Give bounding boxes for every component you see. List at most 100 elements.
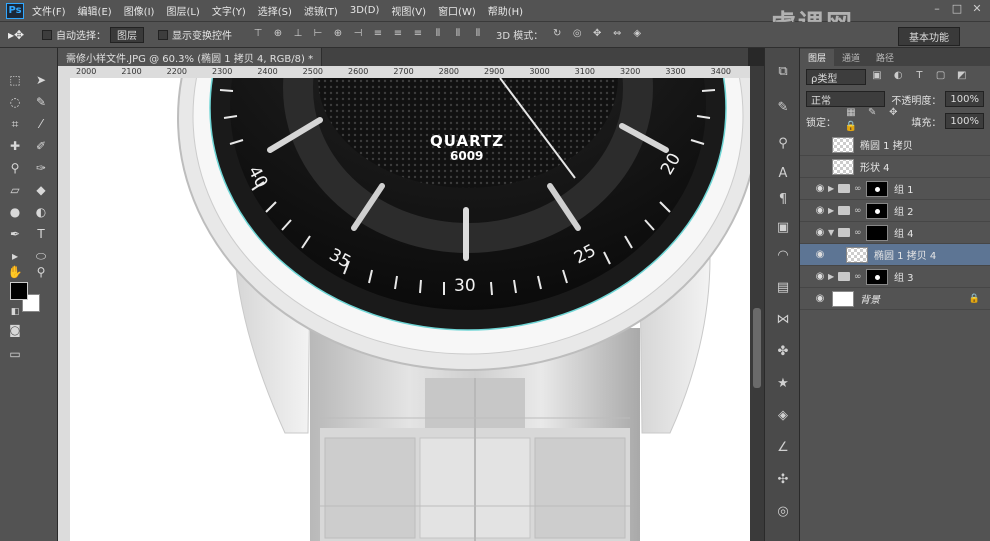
- layers-panel-icon[interactable]: ◈: [773, 406, 793, 426]
- tab-layers[interactable]: 图层: [800, 49, 835, 66]
- default-colors-icon[interactable]: ◧: [4, 302, 26, 322]
- screen-mode-icon[interactable]: ▭: [4, 344, 26, 364]
- auto-select-dropdown[interactable]: 图层: [110, 26, 144, 43]
- document-tab[interactable]: 需修小样文件.JPG @ 60.3% (椭圆 1 拷贝 4, RGB/8) *: [58, 48, 323, 66]
- properties-panel-icon[interactable]: ∠: [773, 438, 793, 458]
- auto-select-checkbox[interactable]: [42, 29, 52, 40]
- menu-edit[interactable]: 编辑(E): [78, 3, 112, 18]
- lasso-tool-icon[interactable]: ◌: [4, 92, 26, 112]
- character-panel-icon[interactable]: A: [773, 164, 793, 184]
- eye-icon[interactable]: ◉: [812, 205, 828, 216]
- menu-window[interactable]: 窗口(W): [438, 3, 476, 18]
- expand-arrow-icon[interactable]: ▶: [828, 272, 838, 281]
- canvas-vertical-scrollbar[interactable]: [750, 66, 764, 541]
- menu-3d[interactable]: 3D(D): [350, 5, 380, 16]
- expand-arrow-icon[interactable]: ▶: [828, 184, 838, 193]
- crop-tool-icon[interactable]: ⌗: [4, 114, 26, 134]
- eye-icon[interactable]: ◉: [812, 249, 828, 260]
- distribute-right-icon[interactable]: ⦀: [471, 28, 485, 42]
- blur-tool-icon[interactable]: ●: [4, 202, 26, 222]
- eye-icon[interactable]: ◉: [812, 183, 828, 194]
- hand-tool-icon[interactable]: ✋: [4, 262, 26, 282]
- history-brush-tool-icon[interactable]: ✑: [30, 158, 52, 178]
- close-button[interactable]: ✕: [968, 2, 986, 18]
- move-tool-preset-icon[interactable]: ▸✥: [8, 28, 34, 42]
- menu-help[interactable]: 帮助(H): [488, 3, 523, 18]
- quick-select-tool-icon[interactable]: ✎: [30, 92, 52, 112]
- layer-row[interactable]: ◉ ▼ ∞ 组 4: [800, 222, 990, 244]
- eye-icon[interactable]: ◉: [812, 271, 828, 282]
- paragraph-panel-icon[interactable]: ¶: [773, 190, 793, 210]
- blend-mode-dropdown[interactable]: 正常: [806, 91, 886, 107]
- lock-image-icon[interactable]: ✎: [865, 107, 879, 121]
- opacity-field[interactable]: 100%: [945, 91, 984, 107]
- collapse-arrow-icon[interactable]: ▼: [828, 228, 838, 237]
- menu-image[interactable]: 图像(I): [124, 3, 155, 18]
- tool-presets-panel-icon[interactable]: ▣: [773, 218, 793, 238]
- show-transform-checkbox[interactable]: [158, 29, 168, 40]
- healing-brush-tool-icon[interactable]: ✚: [4, 136, 26, 156]
- clone-source-panel-icon[interactable]: ⚲: [773, 134, 793, 154]
- styles-panel-icon[interactable]: ✤: [773, 342, 793, 362]
- menu-type[interactable]: 文字(Y): [212, 3, 246, 18]
- menu-layer[interactable]: 图层(L): [166, 3, 199, 18]
- distribute-top-icon[interactable]: ≡: [371, 28, 385, 42]
- eraser-tool-icon[interactable]: ▱: [4, 180, 26, 200]
- menu-view[interactable]: 视图(V): [391, 3, 426, 18]
- layer-row[interactable]: ◉ ▶ ∞ 组 1: [800, 178, 990, 200]
- eyedropper-tool-icon[interactable]: ⁄: [30, 114, 52, 134]
- zoom-tool-icon[interactable]: ⚲: [30, 262, 52, 282]
- paint-bucket-tool-icon[interactable]: ◆: [30, 180, 52, 200]
- visibility-toggle-icon[interactable]: ●: [812, 139, 828, 150]
- swatches-panel-icon[interactable]: ✣: [773, 470, 793, 490]
- lock-position-icon[interactable]: ✥: [886, 107, 900, 121]
- history-panel-icon[interactable]: ⧉: [773, 62, 793, 82]
- expand-arrow-icon[interactable]: ▶: [828, 206, 838, 215]
- align-bottom-icon[interactable]: ⊥: [291, 28, 305, 42]
- layer-row[interactable]: ● 形状 4: [800, 156, 990, 178]
- layer-row[interactable]: ◉ ▶ ∞ 组 3: [800, 266, 990, 288]
- quick-mask-icon[interactable]: ◙: [4, 320, 26, 340]
- filter-pixel-icon[interactable]: ▣: [870, 70, 884, 84]
- canvas[interactable]: 40 35 30 25 20 QUARTZ 6009: [70, 78, 750, 541]
- 3d-rotate-icon[interactable]: ↻: [550, 28, 564, 42]
- maximize-button[interactable]: □: [948, 2, 966, 18]
- 3d-slide-icon[interactable]: ⇔: [610, 28, 624, 42]
- filter-type-icon[interactable]: T: [912, 70, 926, 84]
- adjustments-panel-icon[interactable]: ◠: [773, 246, 793, 266]
- layer-filter-dropdown[interactable]: ρ类型: [806, 69, 866, 85]
- distribute-bottom-icon[interactable]: ≡: [411, 28, 425, 42]
- eye-icon[interactable]: ◉: [812, 293, 828, 304]
- align-top-icon[interactable]: ⊤: [251, 28, 265, 42]
- pen-tool-icon[interactable]: ✒: [4, 224, 26, 244]
- type-tool-icon[interactable]: T: [30, 224, 52, 244]
- brush-panel-icon[interactable]: ✎: [773, 98, 793, 118]
- lock-transparent-icon[interactable]: ▦: [844, 107, 858, 121]
- align-left-icon[interactable]: ⊢: [311, 28, 325, 42]
- layer-row[interactable]: ◉ 背景 🔒: [800, 288, 990, 310]
- foreground-color-swatch[interactable]: [10, 282, 28, 300]
- visibility-toggle-icon[interactable]: ●: [812, 161, 828, 172]
- dodge-tool-icon[interactable]: ◐: [30, 202, 52, 222]
- eye-icon[interactable]: ◉: [812, 227, 828, 238]
- distribute-left-icon[interactable]: ⦀: [431, 28, 445, 42]
- layer-row[interactable]: ◉ ▶ ∞ 组 2: [800, 200, 990, 222]
- distribute-vcenter-icon[interactable]: ≡: [391, 28, 405, 42]
- filter-adjustment-icon[interactable]: ◐: [891, 70, 905, 84]
- move-tool-icon[interactable]: ➤: [30, 70, 52, 90]
- info-panel-icon[interactable]: ▤: [773, 278, 793, 298]
- minimize-button[interactable]: –: [928, 2, 946, 18]
- align-hcenter-icon[interactable]: ⊕: [331, 28, 345, 42]
- layer-row-selected[interactable]: ◉ 椭圆 1 拷贝 4: [800, 244, 990, 266]
- workspace-dropdown[interactable]: 基本功能: [898, 27, 960, 46]
- tab-paths[interactable]: 路径: [868, 49, 902, 66]
- layer-row[interactable]: ● 椭圆 1 拷贝: [800, 134, 990, 156]
- brush-tool-icon[interactable]: ✐: [30, 136, 52, 156]
- tab-channels[interactable]: 通道: [834, 49, 868, 66]
- fill-field[interactable]: 100%: [945, 113, 984, 129]
- filter-shape-icon[interactable]: ▢: [934, 70, 948, 84]
- lock-all-icon[interactable]: 🔒: [844, 121, 858, 135]
- scrollbar-thumb[interactable]: [753, 308, 761, 388]
- actions-panel-icon[interactable]: ★: [773, 374, 793, 394]
- menu-filter[interactable]: 滤镜(T): [304, 3, 338, 18]
